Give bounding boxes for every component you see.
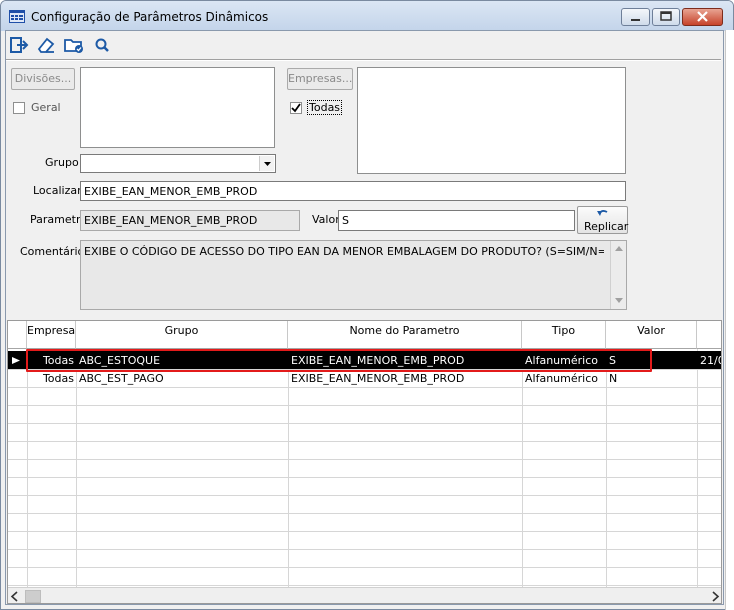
grid-row-line	[8, 477, 721, 478]
eraser-button[interactable]	[33, 32, 57, 56]
exit-button[interactable]	[6, 32, 30, 56]
row-pointer-icon	[12, 357, 20, 364]
close-button[interactable]	[682, 8, 723, 26]
chevron-left-icon	[10, 591, 18, 602]
check-icon	[291, 103, 301, 113]
maximize-icon	[660, 11, 672, 21]
todas-label: Todas	[307, 100, 343, 115]
replicar-button[interactable]: Replicar	[577, 206, 628, 234]
row2-empresa: Todas	[42, 372, 74, 385]
grid-row-line	[8, 549, 721, 550]
window-title: Configuração de Parâmetros Dinâmicos	[31, 10, 269, 24]
undo-icon	[597, 209, 608, 216]
replicar-label: Replicar	[584, 220, 629, 233]
comentarios-text: EXIBE O CÓDIGO DE ACESSO DO TIPO EAN DA …	[84, 245, 604, 258]
grid-row-line	[8, 387, 721, 388]
grupo-select[interactable]	[80, 154, 276, 173]
parametro-label: Parametro	[30, 213, 87, 226]
geral-label: Geral	[31, 101, 61, 114]
search-button[interactable]	[89, 32, 113, 56]
app-icon	[9, 10, 25, 23]
grid-row-line	[8, 423, 721, 424]
scroll-arrows-icon	[615, 246, 623, 303]
row1-extra: 21/0	[700, 354, 721, 367]
exit-icon	[10, 37, 29, 53]
chevron-right-icon	[712, 591, 720, 602]
chevron-down-icon	[264, 162, 271, 166]
close-icon	[697, 11, 708, 22]
grupo-label: Grupo	[45, 156, 79, 169]
parametro-field: EXIBE_EAN_MENOR_EMB_PROD	[80, 210, 300, 231]
horizontal-scrollbar[interactable]	[8, 587, 721, 603]
scroll-thumb[interactable]	[25, 590, 41, 603]
background-window-edge	[725, 30, 734, 610]
empresas-button[interactable]: Empresas...	[287, 68, 353, 90]
folder-check-button[interactable]	[61, 32, 85, 56]
todas-checkbox[interactable]	[290, 102, 302, 114]
grid-row-line	[8, 567, 721, 568]
row2-valor: N	[609, 372, 618, 385]
grid-row-line	[8, 585, 721, 586]
folder-check-icon	[64, 39, 83, 53]
grupo-dropdown-button[interactable]	[259, 156, 274, 171]
geral-checkbox[interactable]	[13, 102, 25, 114]
maximize-button[interactable]	[652, 8, 680, 26]
row2-nome: EXIBE_EAN_MENOR_EMB_PROD	[291, 372, 465, 385]
grid-row-line	[8, 441, 721, 442]
toolbar	[6, 32, 116, 58]
localizar-input[interactable]: EXIBE_EAN_MENOR_EMB_PROD	[80, 181, 626, 201]
row2-tipo: Alfanumérico	[525, 372, 598, 385]
divisoes-button[interactable]: Divisões...	[11, 68, 75, 90]
row2-grupo: ABC_EST_PAGO	[79, 372, 164, 385]
empresas-list[interactable]	[357, 67, 626, 174]
comentarios-scrollbar[interactable]	[610, 241, 626, 309]
parameters-grid[interactable]: Empresa Grupo Nome do Parametro Tipo Val…	[7, 320, 722, 604]
divisoes-list[interactable]	[80, 67, 275, 148]
grid-row-line	[8, 405, 721, 406]
grid-row-line	[8, 459, 721, 460]
minimize-icon	[631, 19, 640, 21]
minimize-button[interactable]	[621, 8, 650, 26]
title-bar[interactable]: Configuração de Parâmetros Dinâmicos	[1, 1, 733, 31]
valor-input[interactable]: S	[338, 210, 575, 231]
eraser-icon	[37, 37, 55, 53]
grid-row-line	[8, 513, 721, 514]
localizar-label: Localizar	[33, 184, 82, 197]
valor-label: Valor	[312, 213, 340, 226]
highlight-box	[26, 349, 652, 372]
comentarios-textarea[interactable]: EXIBE O CÓDIGO DE ACESSO DO TIPO EAN DA …	[80, 240, 627, 310]
grid-row-line	[8, 531, 721, 532]
grid-row-line	[8, 495, 721, 496]
search-icon	[95, 38, 109, 52]
toolbar-separator	[6, 59, 721, 61]
